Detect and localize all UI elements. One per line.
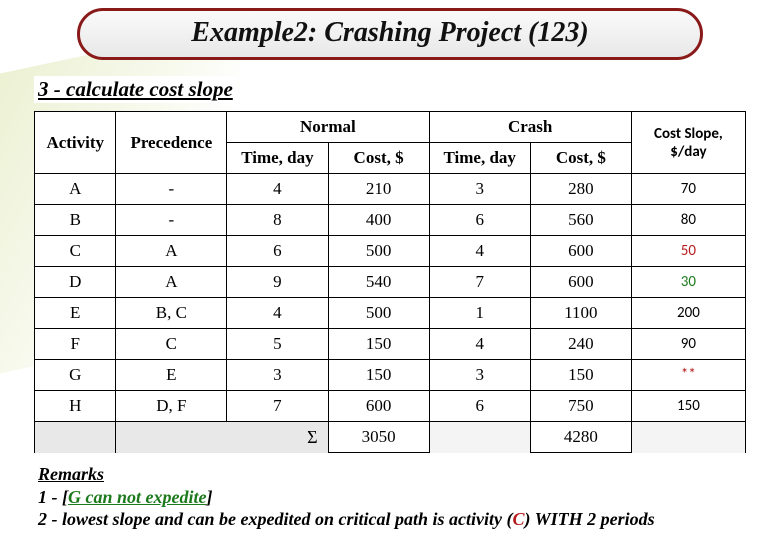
col-normal-time: Time, day [227, 143, 328, 174]
table-row: F C 5 150 4 240 90 [35, 329, 746, 360]
cell-normal-time: 4 [227, 298, 328, 329]
cell-precedence: E [116, 360, 227, 391]
cell-normal-time: 4 [227, 174, 328, 205]
cell-crash-cost: 1100 [530, 298, 631, 329]
cell-slope: 70 [631, 174, 745, 205]
cell-normal-cost: 500 [328, 236, 429, 267]
cost-slope-table: Activity Precedence Normal Crash Cost Sl… [34, 111, 746, 453]
cell-activity: A [35, 174, 116, 205]
table-row: B - 8 400 6 560 80 [35, 205, 746, 236]
cell-normal-time: 6 [227, 236, 328, 267]
cell-empty [35, 422, 116, 453]
cell-slope: ** [631, 360, 745, 391]
cell-normal-time: 5 [227, 329, 328, 360]
remark-1-suffix: ] [206, 487, 212, 507]
cell-slope: 90 [631, 329, 745, 360]
cell-crash-cost: 600 [530, 267, 631, 298]
cell-activity: D [35, 267, 116, 298]
sum-normal-cost: 3050 [328, 422, 429, 453]
cell-normal-time: 7 [227, 391, 328, 422]
remarks-heading: Remarks [38, 464, 104, 484]
sigma-label: Σ [227, 422, 328, 453]
cell-crash-time: 3 [429, 174, 530, 205]
cell-precedence: C [116, 329, 227, 360]
cell-normal-time: 3 [227, 360, 328, 391]
cell-empty [116, 422, 227, 453]
col-crash: Crash [429, 112, 631, 143]
cell-precedence: - [116, 205, 227, 236]
table-row: E B, C 4 500 1 1100 200 [35, 298, 746, 329]
remark-2-suffix: ) WITH 2 periods [524, 509, 654, 529]
cell-slope: 50 [631, 236, 745, 267]
cell-crash-time: 7 [429, 267, 530, 298]
cell-slope: 200 [631, 298, 745, 329]
remark-2-prefix: 2 - lowest slope and can be expedited on… [38, 509, 512, 529]
cell-crash-time: 4 [429, 236, 530, 267]
cell-precedence: A [116, 267, 227, 298]
cell-normal-cost: 210 [328, 174, 429, 205]
remarks-block: Remarks 1 - [G can not expedite] 2 - low… [38, 463, 780, 531]
table-row: G E 3 150 3 150 ** [35, 360, 746, 391]
cost-slope-l1: Cost Slope, [654, 125, 723, 143]
cell-crash-cost: 280 [530, 174, 631, 205]
cell-slope: 80 [631, 205, 745, 236]
sum-crash-cost: 4280 [530, 422, 631, 453]
cost-slope-l2: $/day [670, 143, 706, 161]
cell-precedence: A [116, 236, 227, 267]
table-row: D A 9 540 7 600 30 [35, 267, 746, 298]
cell-normal-cost: 400 [328, 205, 429, 236]
cell-precedence: D, F [116, 391, 227, 422]
col-precedence: Precedence [116, 112, 227, 174]
col-activity: Activity [35, 112, 116, 174]
cell-crash-time: 3 [429, 360, 530, 391]
cell-empty [631, 422, 745, 453]
cost-slope-table-wrap: Activity Precedence Normal Crash Cost Sl… [34, 111, 746, 453]
cell-activity: C [35, 236, 116, 267]
cell-crash-cost: 150 [530, 360, 631, 391]
cell-crash-cost: 600 [530, 236, 631, 267]
col-crash-cost: Cost, $ [530, 143, 631, 174]
cell-normal-time: 9 [227, 267, 328, 298]
cell-crash-time: 1 [429, 298, 530, 329]
section-subtitle: 3 - calculate cost slope [34, 76, 237, 103]
remark-1-prefix: 1 - [ [38, 487, 68, 507]
cell-precedence: - [116, 174, 227, 205]
cell-normal-cost: 150 [328, 360, 429, 391]
remark-2-highlight: C [512, 509, 524, 529]
table-row: A - 4 210 3 280 70 [35, 174, 746, 205]
cell-activity: E [35, 298, 116, 329]
col-normal: Normal [227, 112, 429, 143]
remark-1-highlight: G can not expedite [68, 487, 206, 507]
cell-crash-cost: 240 [530, 329, 631, 360]
cell-crash-cost: 560 [530, 205, 631, 236]
cell-precedence: B, C [116, 298, 227, 329]
cell-crash-time: 4 [429, 329, 530, 360]
col-cost-slope: Cost Slope, $/day [631, 112, 745, 174]
cell-empty [429, 422, 530, 453]
cell-slope: 150 [631, 391, 745, 422]
cell-normal-cost: 540 [328, 267, 429, 298]
cell-normal-cost: 150 [328, 329, 429, 360]
cell-crash-time: 6 [429, 391, 530, 422]
table-row: C A 6 500 4 600 50 [35, 236, 746, 267]
cell-activity: H [35, 391, 116, 422]
cell-activity: F [35, 329, 116, 360]
cell-activity: B [35, 205, 116, 236]
cell-normal-cost: 500 [328, 298, 429, 329]
cell-crash-cost: 750 [530, 391, 631, 422]
cell-slope: 30 [631, 267, 745, 298]
cell-crash-time: 6 [429, 205, 530, 236]
sum-row: Σ 3050 4280 [35, 422, 746, 453]
cell-activity: G [35, 360, 116, 391]
col-normal-cost: Cost, $ [328, 143, 429, 174]
table-row: H D, F 7 600 6 750 150 [35, 391, 746, 422]
slide-title: Example2: Crashing Project (123) [77, 8, 703, 60]
cell-normal-time: 8 [227, 205, 328, 236]
col-crash-time: Time, day [429, 143, 530, 174]
cell-normal-cost: 600 [328, 391, 429, 422]
